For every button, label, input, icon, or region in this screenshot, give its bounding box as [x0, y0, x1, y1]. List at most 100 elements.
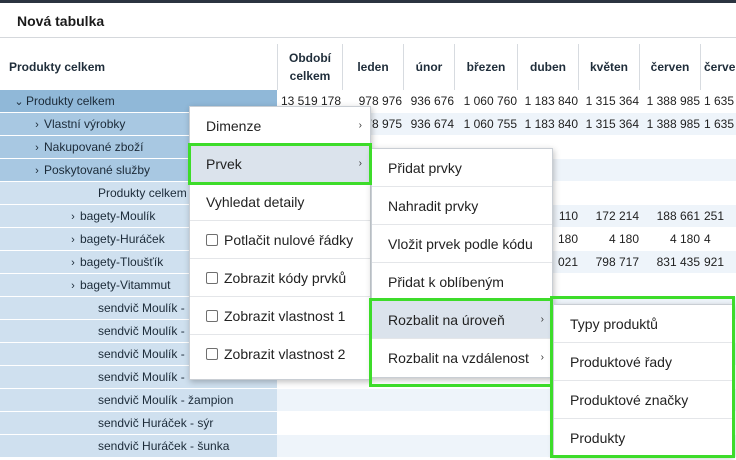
menu-item-label: Produktové značky [570, 392, 689, 408]
value-cell[interactable] [701, 182, 736, 204]
value-cell[interactable] [277, 412, 341, 434]
chevron-right-icon[interactable]: › [30, 137, 44, 158]
menu-item-nahradit-prvky[interactable]: Nahradit prvky [372, 187, 552, 225]
context-menu: Dimenze › Prvek › Vyhledat detaily Potla… [189, 106, 371, 380]
value-cell[interactable] [455, 389, 517, 411]
value-cell[interactable]: 1 315 364 [579, 113, 639, 135]
menu-item-rozbalit-na-uroven[interactable]: Rozbalit na úroveň › [372, 301, 552, 339]
column-header-cervenec[interactable]: červe [701, 44, 736, 90]
value-cell[interactable]: 172 214 [579, 205, 639, 227]
value-cell[interactable] [640, 159, 700, 181]
value-cell[interactable] [640, 182, 700, 204]
menu-item-prvek[interactable]: Prvek › [190, 145, 370, 183]
row-label: sendvič Moulík - [98, 370, 185, 384]
value-cell[interactable]: 1 388 985 [640, 90, 700, 112]
column-header-obdobi-celkem[interactable]: Období celkem [278, 44, 342, 90]
value-cell[interactable]: 921 [701, 251, 736, 273]
value-cell[interactable]: 1 183 840 [518, 90, 578, 112]
row-label: sendvič Moulík - [98, 347, 185, 361]
value-cell[interactable] [640, 274, 700, 296]
value-cell[interactable]: 936 676 [404, 90, 454, 112]
value-cell[interactable]: 4 180 [640, 228, 700, 250]
column-header-duben[interactable]: duben [518, 44, 578, 90]
value-cell[interactable]: 936 674 [404, 113, 454, 135]
value-cell[interactable] [640, 136, 700, 158]
value-cell[interactable]: 1 388 985 [640, 113, 700, 135]
row-label: sendvič Moulík - [98, 324, 185, 338]
value-cell[interactable]: 1 060 755 [455, 113, 517, 135]
checkbox-icon[interactable] [206, 234, 218, 246]
menu-item-zobrazit-vlastnost-2[interactable]: Zobrazit vlastnost 2 [190, 335, 370, 373]
value-cell[interactable] [701, 136, 736, 158]
row-header-cell[interactable]: sendvič Moulík - žampion [0, 389, 277, 411]
value-cell[interactable] [342, 412, 402, 434]
menu-item-produkty[interactable]: Produkty [554, 419, 732, 457]
menu-item-label: Zobrazit kódy prvků [224, 270, 347, 286]
checkbox-icon[interactable] [206, 348, 218, 360]
value-cell[interactable]: 1 635 [701, 113, 736, 135]
value-cell[interactable] [404, 412, 454, 434]
chevron-right-icon[interactable]: › [66, 275, 80, 296]
value-cell[interactable]: 1 315 364 [579, 90, 639, 112]
menu-item-produktove-znacky[interactable]: Produktové značky [554, 381, 732, 419]
value-cell[interactable]: 1 060 760 [455, 90, 517, 112]
value-cell[interactable]: 4 [701, 228, 736, 250]
value-cell[interactable]: 1 635 [701, 90, 736, 112]
chevron-down-icon[interactable]: ⌄ [12, 91, 26, 112]
menu-item-label: Produkty [570, 430, 626, 446]
menu-item-produktove-rady[interactable]: Produktové řady [554, 343, 732, 381]
menu-item-zobrazit-vlastnost-1[interactable]: Zobrazit vlastnost 1 [190, 297, 370, 335]
menu-item-label: Zobrazit vlastnost 1 [224, 308, 346, 324]
chevron-right-icon[interactable]: › [66, 252, 80, 273]
value-cell[interactable]: 1 183 840 [518, 113, 578, 135]
chevron-right-icon[interactable]: › [66, 229, 80, 250]
value-cell[interactable] [579, 159, 639, 181]
menu-item-rozbalit-na-vzdalenost[interactable]: Rozbalit na vzdálenost › [372, 339, 552, 377]
value-cell[interactable] [579, 136, 639, 158]
menu-item-pridat-prvky[interactable]: Přidat prvky [372, 149, 552, 187]
menu-item-label: Prvek [206, 156, 242, 172]
checkbox-icon[interactable] [206, 272, 218, 284]
value-cell[interactable]: 188 661 [640, 205, 700, 227]
value-cell[interactable] [701, 274, 736, 296]
top-border [0, 0, 736, 3]
checkbox-icon[interactable] [206, 310, 218, 322]
column-header-cerven[interactable]: červen [640, 44, 700, 90]
menu-item-vlozit-prvek-podle-kodu[interactable]: Vložit prvek podle kódu [372, 225, 552, 263]
menu-item-pridat-k-oblibenym[interactable]: Přidat k oblíbeným [372, 263, 552, 301]
value-cell[interactable] [455, 435, 517, 457]
row-label: sendvič Moulík - žampion [98, 393, 234, 407]
chevron-right-icon: › [540, 314, 544, 325]
value-cell[interactable] [342, 389, 402, 411]
chevron-right-icon[interactable]: › [66, 206, 80, 227]
value-cell[interactable] [579, 274, 639, 296]
value-cell[interactable] [455, 412, 517, 434]
value-cell[interactable] [277, 435, 341, 457]
value-cell[interactable]: 831 435 [640, 251, 700, 273]
menu-item-dimenze[interactable]: Dimenze › [190, 107, 370, 145]
chevron-right-icon[interactable]: › [30, 114, 44, 135]
menu-item-zobrazit-kody-prvku[interactable]: Zobrazit kódy prvků [190, 259, 370, 297]
column-header-brezen[interactable]: březen [455, 44, 517, 90]
value-cell[interactable]: 251 [701, 205, 736, 227]
value-cell[interactable]: 4 180 [579, 228, 639, 250]
value-cell[interactable] [404, 435, 454, 457]
value-cell[interactable]: 798 717 [579, 251, 639, 273]
row-dimension-header[interactable]: Produkty celkem [0, 44, 277, 90]
menu-item-vyhledat-detaily[interactable]: Vyhledat detaily [190, 183, 370, 221]
row-label: sendvič Moulík - [98, 301, 185, 315]
value-cell[interactable] [342, 435, 402, 457]
row-header-cell[interactable]: sendvič Huráček - sýr [0, 412, 277, 434]
chevron-right-icon[interactable]: › [30, 160, 44, 181]
row-header-cell[interactable]: sendvič Huráček - šunka [0, 435, 277, 457]
column-header-leden[interactable]: leden [343, 44, 403, 90]
menu-item-typy-produktu[interactable]: Typy produktů [554, 305, 732, 343]
column-header-unor[interactable]: únor [404, 44, 454, 90]
row-label: Nakupované zboží [44, 140, 144, 154]
value-cell[interactable] [277, 389, 341, 411]
value-cell[interactable] [404, 389, 454, 411]
value-cell[interactable] [701, 159, 736, 181]
value-cell[interactable] [579, 182, 639, 204]
menu-item-potlacit-nulove-radky[interactable]: Potlačit nulové řádky [190, 221, 370, 259]
column-header-kveten[interactable]: květen [579, 44, 639, 90]
